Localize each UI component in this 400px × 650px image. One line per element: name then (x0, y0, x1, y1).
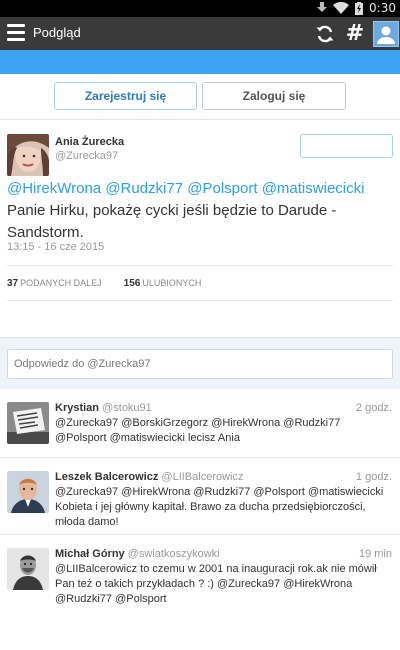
status-bar: 0:30 (0, 0, 400, 17)
refresh-icon (316, 25, 334, 42)
reply-author-name[interactable]: Leszek Balcerowicz (55, 471, 158, 483)
accent-strip (0, 50, 400, 74)
reply-author-handle[interactable]: @LIIBalcerowicz (161, 471, 243, 483)
favorites-stat[interactable]: 156 ULUBIONYCH (124, 278, 202, 289)
reply-time: 19 min (358, 548, 392, 560)
screen-title: Podgląd (33, 25, 81, 40)
mention-link[interactable]: @Rudzki77 (105, 180, 183, 197)
battery-charging-icon (355, 1, 364, 15)
clock: 0:30 (369, 1, 396, 15)
profile-button[interactable] (373, 20, 399, 47)
tweet-text: @HirekWrona @Rudzki77 @Polsport @matiswi… (7, 178, 395, 244)
reply-author-name[interactable]: Michał Górny (55, 548, 125, 560)
reply-author-name[interactable]: Krystian (55, 402, 99, 414)
login-button[interactable]: Zaloguj się (202, 82, 346, 110)
list-item[interactable]: Krystian @stoku91 2 godz. @Zurecka97 @Bo… (0, 389, 400, 458)
tweet-body: Panie Hirku, pokażę cycki jeśli będzie t… (7, 202, 337, 241)
list-item[interactable]: Michał Górny @swiatkoszykowki 19 min @LI… (0, 535, 400, 611)
reply-time: 1 godz. (355, 471, 392, 483)
divider (7, 300, 393, 301)
auth-row: Zarejestruj się Zaloguj się (0, 74, 400, 120)
reply-text: @LIIBalcerowicz to czemu w 2001 na inaug… (55, 563, 377, 605)
favorites-count: 156 (123, 278, 141, 289)
author-name[interactable]: Ania Żurecka (55, 136, 124, 148)
status-icons: 0:30 (317, 1, 396, 15)
register-button[interactable]: Zarejestruj się (54, 82, 197, 110)
retweets-stat[interactable]: 37 PODANYCH DALEJ (7, 278, 102, 289)
hashtag-button[interactable]: # (341, 17, 369, 50)
avatar[interactable] (7, 134, 49, 176)
reply-area (0, 337, 400, 389)
main-tweet: Ania Żurecka @Zurecka97 @HirekWrona @Rud… (0, 121, 400, 337)
replies-list: Krystian @stoku91 2 godz. @Zurecka97 @Bo… (0, 389, 400, 650)
user-icon (377, 26, 395, 44)
reply-author-handle[interactable]: @stoku91 (102, 402, 152, 414)
retweets-label: PODANYCH DALEJ (20, 278, 102, 288)
menu-icon[interactable] (7, 24, 25, 42)
reply-author-handle[interactable]: @swiatkoszykowki (128, 548, 220, 560)
avatar[interactable] (7, 402, 49, 444)
retweets-count: 37 (7, 278, 19, 289)
list-item[interactable]: Leszek Balcerowicz @LIIBalcerowicz 1 god… (0, 458, 400, 535)
favorites-label: ULUBIONYCH (142, 278, 202, 288)
wifi-icon (333, 2, 350, 14)
reply-time: 2 godz. (355, 402, 392, 414)
author-handle[interactable]: @Zurecka97 (55, 150, 118, 162)
reply-text: @Zurecka97 @BorskiGrzegorz @HirekWrona @… (55, 417, 341, 444)
mention-link[interactable]: @Polsport (187, 180, 257, 197)
tweet-stats: 37 PODANYCH DALEJ 156 ULUBIONYCH (7, 278, 201, 289)
avatar[interactable] (7, 471, 49, 513)
mention-link[interactable]: @HirekWrona (7, 180, 101, 197)
reply-header: Michał Górny @swiatkoszykowki (55, 548, 220, 560)
reply-input[interactable] (7, 349, 393, 379)
reply-header: Krystian @stoku91 (55, 402, 152, 414)
reply-text: @Zurecka97 @HirekWrona @Rudzki77 @Polspo… (55, 486, 384, 528)
action-bar: Podgląd # (0, 17, 400, 50)
follow-button[interactable] (300, 134, 393, 158)
reply-header: Leszek Balcerowicz @LIIBalcerowicz (55, 471, 244, 483)
tweet-timestamp: 13:15 - 16 cze 2015 (7, 241, 105, 253)
avatar[interactable] (7, 548, 49, 590)
mention-link[interactable]: @matiswiecicki (262, 180, 365, 197)
hashtag-icon: # (345, 21, 365, 46)
download-icon (317, 2, 328, 12)
refresh-button[interactable] (311, 17, 339, 50)
divider (7, 265, 393, 266)
